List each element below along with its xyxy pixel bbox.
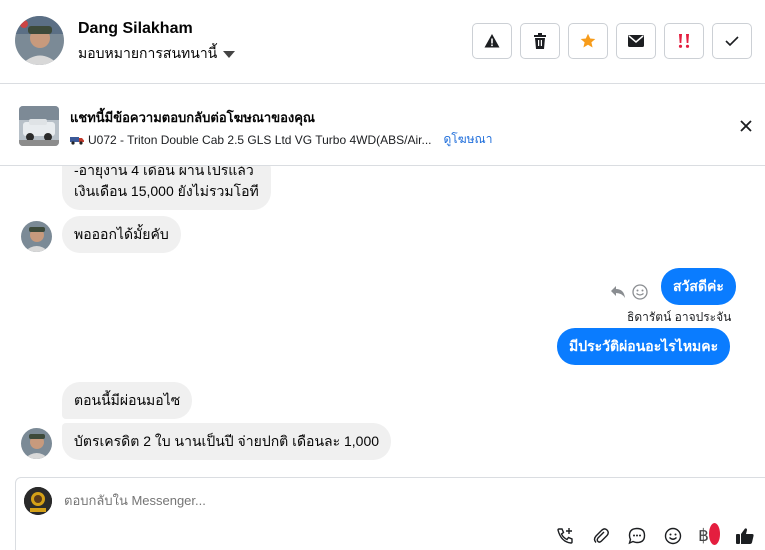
mark-unread-button[interactable] — [616, 23, 656, 59]
incoming-message[interactable]: บัตรเครดิต 2 ใบ นานเป็นปี จ่ายปกติ เดือน… — [62, 423, 392, 460]
check-icon — [725, 36, 739, 47]
ad-title: U072 - Triton Double Cab 2.5 GLS Ltd VG … — [88, 132, 432, 147]
incoming-message[interactable]: -อายุงาน 4 เดือน ผ่านโปรแล้ว เงินเดือน 1… — [62, 166, 271, 210]
message-list[interactable]: -อายุงาน 4 เดือน ผ่านโปรแล้ว เงินเดือน 1… — [0, 166, 765, 478]
report-button[interactable] — [472, 23, 512, 59]
baht-icon: ฿ — [698, 526, 709, 545]
like-button[interactable] — [734, 525, 756, 547]
double-exclamation-icon — [678, 34, 690, 48]
chat-bubble-icon — [628, 527, 646, 545]
ad-thumbnail[interactable] — [19, 106, 59, 146]
warning-icon — [484, 34, 500, 48]
truck-icon — [70, 136, 84, 145]
outgoing-message[interactable]: สวัสดีค่ะ — [661, 268, 736, 305]
spam-button[interactable] — [664, 23, 704, 59]
phone-plus-icon — [557, 528, 573, 544]
message-line: เงินเดือน 15,000 ยังไม่รวมโอที — [74, 183, 259, 199]
thumbs-up-icon — [736, 528, 754, 544]
contact-name[interactable]: Dang Silakham — [78, 20, 193, 38]
ad-reply-banner: แชทนี้มีข้อความตอบกลับต่อโฆษณาของคุณ U07… — [0, 85, 765, 166]
contact-avatar[interactable] — [21, 221, 52, 252]
caret-down-icon — [223, 50, 236, 58]
ad-reply-title: แชทนี้มีข้อความตอบกลับต่อโฆษณาของคุณ — [70, 110, 315, 125]
saved-replies-button[interactable] — [626, 525, 648, 547]
star-icon — [580, 33, 596, 48]
reply-icon[interactable] — [610, 285, 626, 299]
header-toolbar — [472, 23, 752, 59]
messenger-conversation: Dang Silakham มอบหมายการสนทนานี้ แชทนี้ม… — [0, 0, 765, 550]
message-line: -อายุงาน 4 เดือน ผ่านโปรแล้ว — [74, 166, 254, 178]
composer-actions: ฿ — [554, 523, 756, 547]
view-ad-link[interactable]: ดูโฆษณา — [444, 130, 493, 149]
contact-avatar[interactable] — [21, 428, 52, 459]
sender-name: ธิดารัตน์ อาจประจัน — [627, 310, 732, 324]
contact-avatar[interactable] — [15, 16, 64, 65]
emoji-react-icon[interactable] — [632, 284, 648, 300]
call-button[interactable] — [554, 525, 576, 547]
outgoing-message[interactable]: มีประวัติผ่อนอะไรไหมคะ — [557, 328, 731, 365]
star-button[interactable] — [568, 23, 608, 59]
trash-icon — [534, 33, 546, 49]
assign-conversation-dropdown[interactable]: มอบหมายการสนทนานี้ — [78, 43, 236, 65]
emoji-button[interactable] — [662, 525, 684, 547]
incoming-message[interactable]: พอออกได้มั้ยคับ — [62, 216, 181, 253]
paperclip-icon — [593, 528, 609, 543]
message-actions — [610, 284, 648, 300]
mail-icon — [628, 35, 644, 47]
incoming-message[interactable]: ตอนนี้มีผ่อนมอไซ — [62, 382, 193, 419]
payment-button[interactable]: ฿ — [698, 523, 720, 547]
emoji-icon — [664, 527, 682, 545]
conversation-header: Dang Silakham มอบหมายการสนทนานี้ — [0, 0, 765, 84]
assign-label: มอบหมายการสนทนานี้ — [78, 45, 218, 61]
reply-composer: ฿ — [15, 477, 765, 550]
attach-button[interactable] — [590, 525, 612, 547]
page-avatar — [24, 487, 52, 515]
close-icon[interactable] — [737, 117, 755, 135]
mark-done-button[interactable] — [712, 23, 752, 59]
reply-input[interactable] — [64, 493, 664, 508]
ad-info: U072 - Triton Double Cab 2.5 GLS Ltd VG … — [70, 130, 492, 149]
notification-dot — [709, 523, 720, 545]
delete-button[interactable] — [520, 23, 560, 59]
